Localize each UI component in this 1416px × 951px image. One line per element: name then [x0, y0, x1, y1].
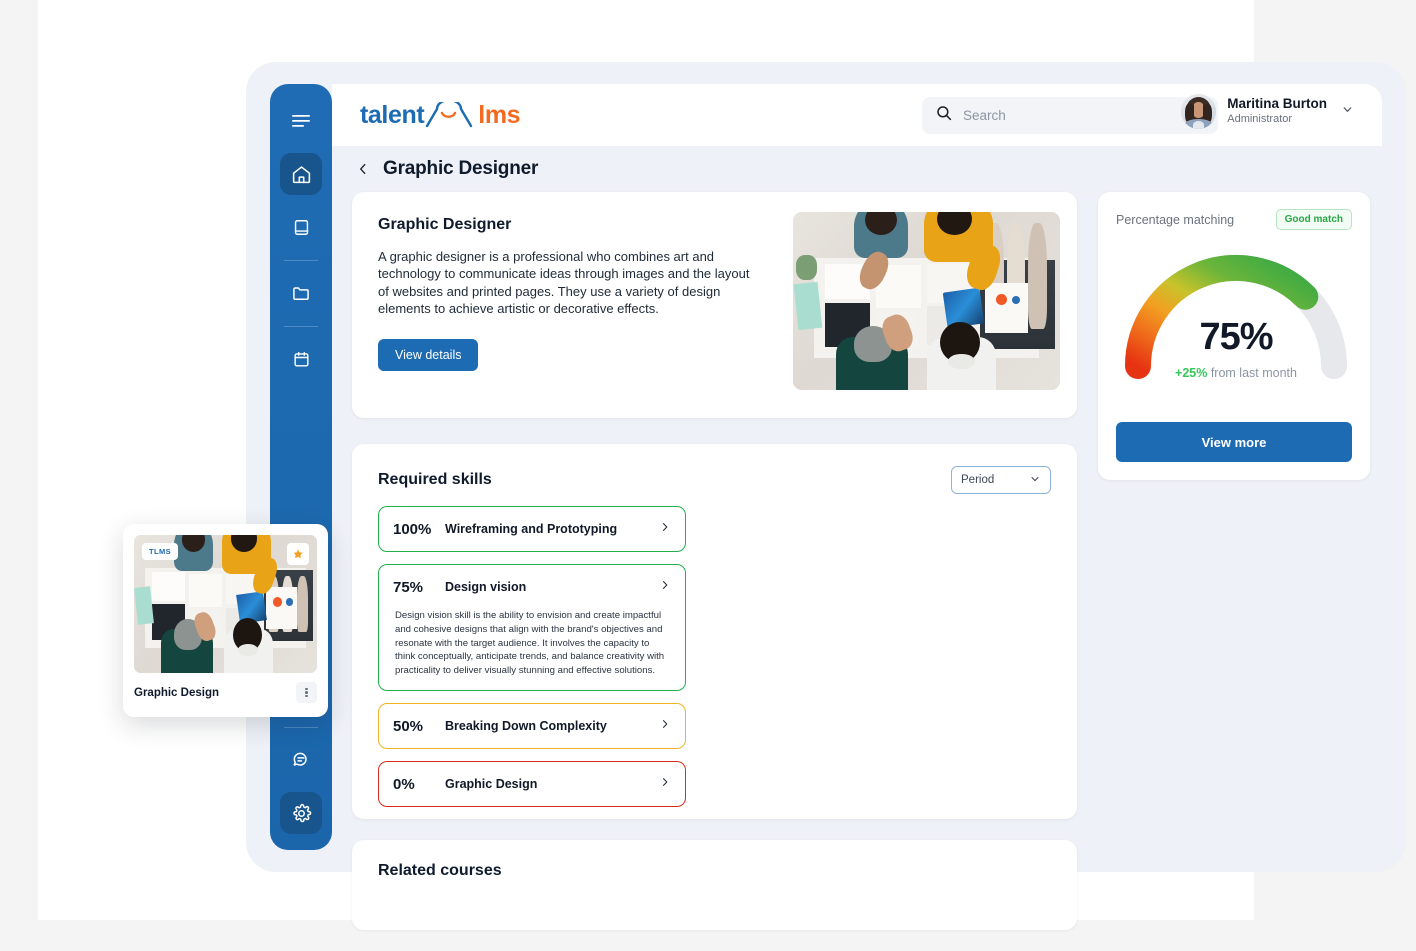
- top-bar: talent lms Search Maritina Burton Admini…: [332, 84, 1382, 146]
- match-label: Percentage matching: [1116, 212, 1235, 227]
- device-frame: talent lms Search Maritina Burton Admini…: [246, 62, 1406, 930]
- user-name: Maritina Burton: [1227, 96, 1327, 112]
- gauge-delta: +25%: [1175, 366, 1208, 380]
- period-dropdown[interactable]: Period: [951, 466, 1051, 494]
- related-courses-card: Related courses: [352, 840, 1077, 930]
- skill-name: Breaking Down Complexity: [445, 719, 607, 734]
- gauge-delta-suffix: from last month: [1207, 366, 1297, 380]
- chevron-right-icon[interactable]: [659, 520, 671, 538]
- skill-name: Graphic Design: [445, 777, 538, 792]
- user-role: Administrator: [1227, 113, 1293, 126]
- sidebar-item-courses[interactable]: [280, 206, 322, 248]
- status-badge: Good match: [1275, 209, 1352, 230]
- course-card[interactable]: TLMS Graphic Design: [123, 524, 328, 717]
- search-input[interactable]: [963, 108, 1193, 123]
- view-more-button[interactable]: View more: [1116, 422, 1352, 462]
- logo-text-lms: lms: [478, 100, 521, 129]
- skill-percent: 0%: [393, 775, 415, 793]
- job-description: A graphic designer is a professional who…: [378, 249, 750, 316]
- sidebar: [270, 84, 332, 850]
- search-icon: [936, 105, 952, 126]
- page-canvas: talent lms Search Maritina Burton Admini…: [38, 0, 1406, 930]
- match-header: Percentage matching Good match: [1116, 209, 1352, 230]
- calendar-icon: [292, 350, 311, 369]
- search-box[interactable]: [922, 97, 1218, 134]
- chevron-down-icon: [1029, 473, 1041, 488]
- chevron-right-icon[interactable]: [659, 578, 671, 596]
- percentage-matching-card: Percentage matching Good match 75% +25% …: [1098, 192, 1370, 480]
- skill-row[interactable]: 75% Design vision Design vision skill is…: [378, 564, 686, 692]
- book-icon: [292, 218, 311, 237]
- sidebar-item-calendar[interactable]: [280, 338, 322, 380]
- period-dropdown-label: Period: [961, 474, 995, 486]
- course-title: Graphic Design: [134, 686, 219, 699]
- page-header: Graphic Designer: [356, 158, 538, 180]
- sidebar-divider: [284, 260, 318, 261]
- skill-description: Design vision skill is the ability to en…: [395, 610, 665, 677]
- cloud-smile-icon: [425, 102, 477, 128]
- skill-percent: 100%: [393, 520, 432, 538]
- hamburger-menu-icon: [292, 114, 310, 128]
- star-icon[interactable]: [287, 543, 309, 565]
- sidebar-item-home[interactable]: [280, 153, 322, 195]
- related-courses-title: Related courses: [378, 862, 502, 879]
- skill-row[interactable]: 50% Breaking Down Complexity: [378, 703, 686, 750]
- skill-percent: 75%: [393, 578, 424, 596]
- skills-header: Required skills Period: [378, 466, 1051, 494]
- sidebar-item-menu-toggle[interactable]: [280, 100, 322, 142]
- user-info: Maritina Burton Administrator: [1227, 96, 1327, 127]
- skill-row[interactable]: 0% Graphic Design: [378, 761, 686, 808]
- job-photo: [793, 212, 1060, 390]
- course-thumbnail: TLMS: [134, 535, 317, 673]
- skill-name: Wireframing and Prototyping: [445, 522, 618, 536]
- match-gauge: 75% +25% from last month: [1116, 244, 1356, 380]
- skill-percent: 50%: [393, 717, 424, 735]
- page-title: Graphic Designer: [383, 158, 539, 179]
- sidebar-divider: [284, 727, 318, 728]
- sidebar-item-messages[interactable]: [280, 739, 322, 781]
- more-vertical-icon[interactable]: [296, 682, 317, 703]
- avatar: [1181, 94, 1217, 129]
- folder-icon: [291, 283, 311, 303]
- course-card-footer: Graphic Design: [134, 682, 317, 703]
- sidebar-divider: [284, 326, 318, 327]
- user-menu[interactable]: Maritina Burton Administrator: [1181, 94, 1354, 129]
- required-skills-card: Required skills Period 100% Wireframing …: [352, 444, 1077, 819]
- course-provider-badge: TLMS: [142, 543, 179, 560]
- skill-row[interactable]: 100% Wireframing and Prototyping: [378, 506, 686, 552]
- chevron-right-icon[interactable]: [659, 775, 671, 793]
- chat-bubble-icon: [291, 750, 311, 770]
- sidebar-item-settings[interactable]: [280, 792, 322, 834]
- sidebar-item-files[interactable]: [280, 272, 322, 314]
- skills-title: Required skills: [378, 471, 492, 488]
- view-details-button[interactable]: View details: [378, 339, 479, 372]
- app-logo[interactable]: talent lms: [360, 100, 521, 130]
- job-overview-card: Graphic Designer A graphic designer is a…: [352, 192, 1077, 418]
- chevron-down-icon[interactable]: [1341, 103, 1354, 121]
- gauge-subtext: +25% from last month: [1116, 366, 1356, 380]
- gear-icon: [291, 803, 312, 824]
- gauge-value: 75%: [1199, 316, 1273, 358]
- home-icon: [291, 164, 312, 185]
- chevron-right-icon[interactable]: [659, 717, 671, 735]
- chevron-left-icon[interactable]: [356, 162, 370, 176]
- logo-text-talent: talent: [360, 100, 425, 129]
- skill-name: Design vision: [445, 580, 527, 594]
